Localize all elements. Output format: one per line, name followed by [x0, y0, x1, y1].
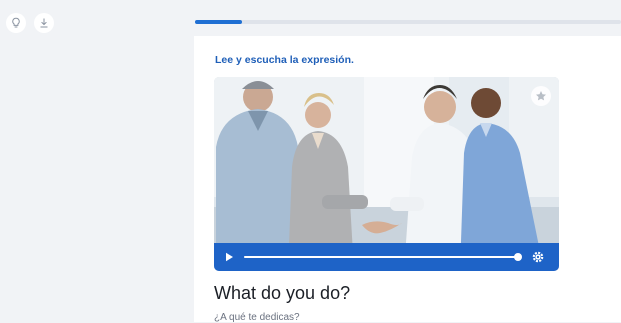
- lesson-progress-bar: [195, 20, 621, 24]
- video-seek-fill: [244, 256, 518, 258]
- lightbulb-icon: [12, 17, 20, 28]
- hint-button[interactable]: [6, 13, 26, 33]
- video-seek-handle[interactable]: [514, 253, 522, 261]
- video-seek-bar[interactable]: [244, 253, 522, 261]
- phrase-translation: ¿A qué te dedicas?: [214, 312, 300, 323]
- download-button[interactable]: [34, 13, 54, 33]
- video-controls: [214, 243, 559, 271]
- exercise-instruction: Lee y escucha la expresión.: [215, 54, 354, 66]
- play-icon[interactable]: [223, 251, 235, 263]
- video-frame-image: [214, 77, 559, 271]
- toolbar: [6, 13, 54, 33]
- star-icon: [536, 91, 546, 101]
- video-player[interactable]: [214, 77, 559, 271]
- target-phrase: What do you do?: [214, 283, 351, 303]
- settings-icon[interactable]: [531, 250, 545, 264]
- lesson-progress-fill: [195, 20, 242, 24]
- favorite-button[interactable]: [531, 86, 551, 106]
- download-icon: [40, 18, 48, 28]
